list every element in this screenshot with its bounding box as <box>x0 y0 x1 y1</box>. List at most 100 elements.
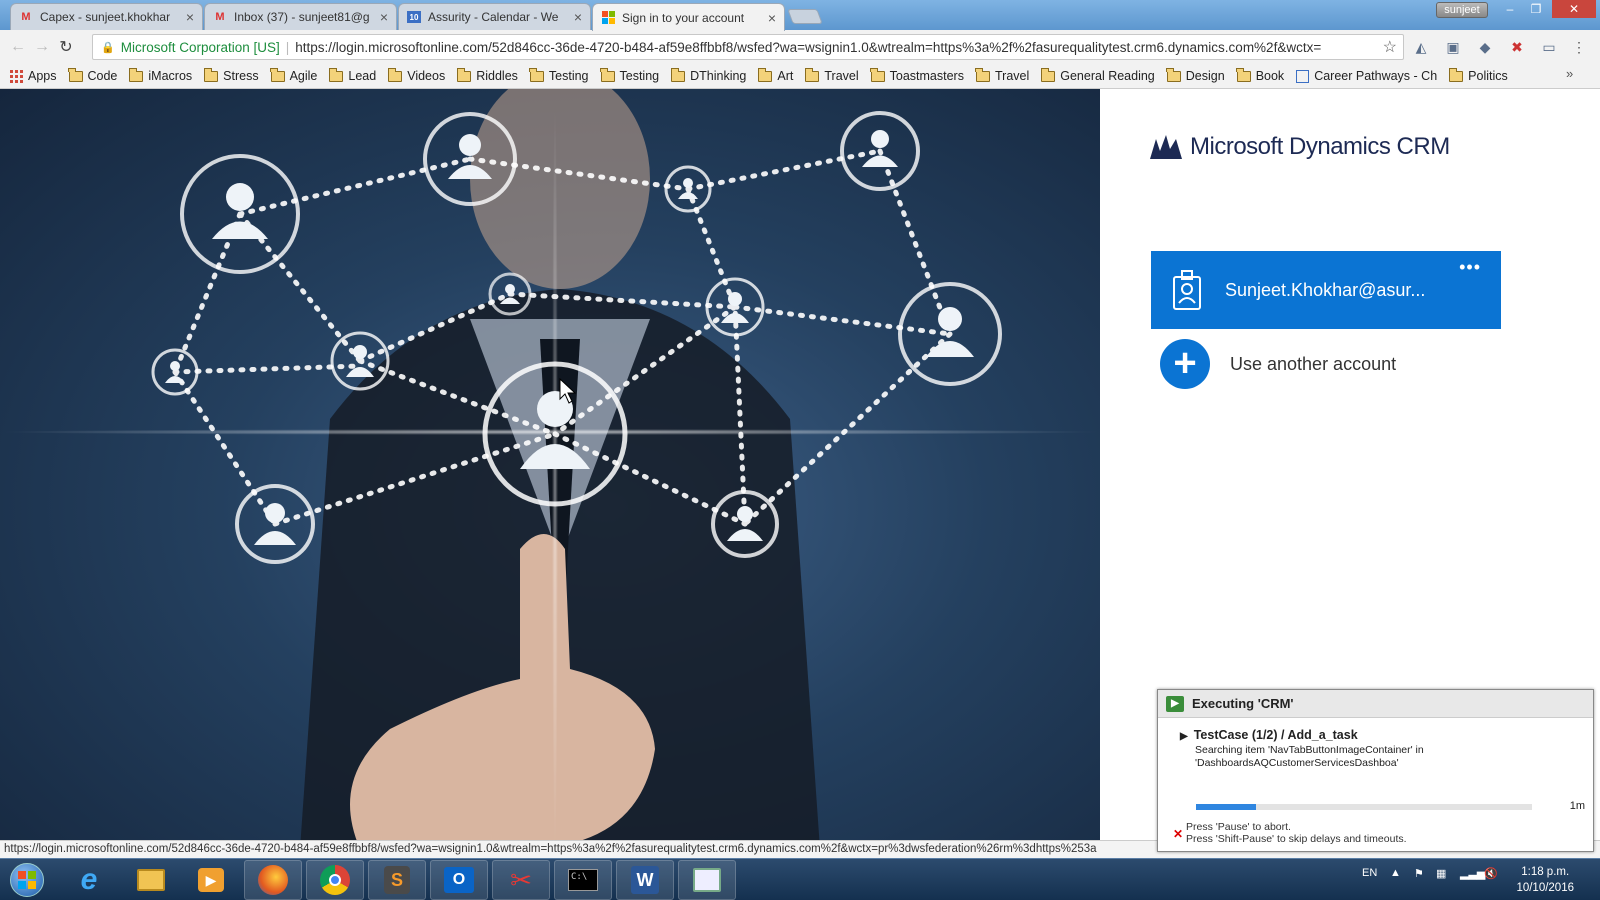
gmail-icon: M <box>215 11 225 23</box>
maximize-icon[interactable]: ❐ <box>1522 0 1550 18</box>
bookmark-folder[interactable]: Agile <box>270 67 318 83</box>
folder-icon <box>456 67 472 82</box>
tab-title: Assurity - Calendar - We <box>428 10 559 24</box>
taskbar-ie[interactable]: e <box>60 860 118 900</box>
searching-text: Searching item 'NavTabButtonImageContain… <box>1195 744 1424 769</box>
testcase-row[interactable]: ▶ TestCase (1/2) / Add_a_task <box>1180 728 1358 742</box>
tab-capex[interactable]: M Capex - sunjeet.khokhar × <box>10 3 203 30</box>
taskbar-outlook[interactable]: O <box>430 860 488 900</box>
bookmark-folder[interactable]: Book <box>1236 67 1284 83</box>
bookmarks-overflow-icon[interactable]: » <box>1566 66 1573 81</box>
taskbar-snipping[interactable]: ✂ <box>492 860 550 900</box>
media-player-icon: ▶ <box>198 868 224 892</box>
folder-icon <box>529 67 544 82</box>
address-separator: | <box>285 39 290 55</box>
testcase-label: TestCase (1/2) / Add_a_task <box>1193 728 1358 742</box>
bookmark-label: Lead <box>348 69 377 83</box>
shift-pause-line: Press 'Shift-Pause' to skip delays and t… <box>1186 833 1407 845</box>
outlook-icon: O <box>444 867 474 893</box>
extension-icon[interactable]: ▣ <box>1442 36 1464 58</box>
bookmark-folder[interactable]: Testing <box>529 67 589 83</box>
forward-icon[interactable]: → <box>30 38 54 56</box>
bookmark-folder[interactable]: Testing <box>600 67 659 83</box>
taskbar-word[interactable]: W <box>616 860 674 900</box>
reload-icon[interactable]: ↻ <box>54 37 78 57</box>
bookmark-folder[interactable]: DThinking <box>670 67 746 83</box>
folder-icon <box>1236 67 1251 82</box>
taskbar-firefox[interactable] <box>244 860 302 900</box>
firefox-icon <box>258 865 288 895</box>
bookmark-folder[interactable]: Travel <box>804 67 859 83</box>
network-icon[interactable]: ▦ <box>1436 867 1446 880</box>
calendar-icon: 10 <box>407 11 421 23</box>
profile-button[interactable]: sunjeet <box>1436 2 1488 18</box>
bookmark-star-icon[interactable]: ☆ <box>1383 37 1397 57</box>
close-icon[interactable]: × <box>186 9 194 25</box>
new-tab-button[interactable] <box>787 9 823 24</box>
close-icon[interactable]: × <box>380 9 388 25</box>
window-close-icon[interactable]: ✕ <box>1552 0 1596 18</box>
folder-icon <box>387 67 403 82</box>
extension-icon[interactable]: ◆ <box>1474 36 1496 58</box>
signal-icon[interactable]: ▂▃▅ <box>1460 867 1485 880</box>
bookmark-folder[interactable]: Code <box>68 67 117 83</box>
more-options-icon[interactable]: ••• <box>1459 257 1481 278</box>
bookmark-folder[interactable]: Travel <box>975 67 1029 83</box>
use-another-account-button[interactable]: + Use another account <box>1160 339 1396 389</box>
bookmark-folder[interactable]: Design <box>1166 67 1225 83</box>
bookmark-folder[interactable]: Toastmasters <box>870 67 964 83</box>
tray-expand-icon[interactable]: ▲ <box>1390 867 1401 879</box>
bookmark-folder[interactable]: Lead <box>328 67 377 83</box>
bookmark-folder[interactable]: Riddles <box>456 67 518 83</box>
bookmark-apps[interactable]: Apps <box>10 69 57 83</box>
tab-calendar[interactable]: 10 Assurity - Calendar - We × <box>398 3 591 30</box>
bookmark-folder[interactable]: Politics <box>1448 67 1508 83</box>
bookmark-link[interactable]: Career Pathways - Ch <box>1296 69 1437 83</box>
start-button[interactable] <box>0 860 54 900</box>
folder-icon <box>600 67 615 82</box>
triangle-icon: ▶ <box>1180 731 1188 742</box>
plus-icon: + <box>1160 339 1210 389</box>
taskbar-sublime[interactable]: S <box>368 860 426 900</box>
bookmark-label: Agile <box>289 69 318 83</box>
close-icon[interactable]: × <box>768 10 776 26</box>
bookmark-folder[interactable]: General Reading <box>1040 67 1155 83</box>
user-badge-icon <box>1173 270 1201 310</box>
tab-title: Capex - sunjeet.khokhar <box>40 10 171 24</box>
windows-start-icon <box>10 863 44 897</box>
folder-icon <box>68 67 83 82</box>
cast-icon[interactable]: ▭ <box>1538 36 1560 58</box>
address-bar[interactable]: 🔒 Microsoft Corporation [US] | https://l… <box>92 34 1404 60</box>
network-illustration <box>0 89 1100 849</box>
tab-inbox[interactable]: M Inbox (37) - sunjeet81@g × <box>204 3 397 30</box>
tab-sign-in[interactable]: Sign in to your account × <box>592 3 785 31</box>
taskbar-chrome[interactable] <box>306 860 364 900</box>
minimize-icon[interactable]: – <box>1496 0 1524 18</box>
lock-icon: 🔒 <box>101 41 115 54</box>
extension-icon[interactable]: ◭ <box>1410 36 1432 58</box>
extension-icon[interactable]: ✖ <box>1506 36 1528 58</box>
bookmark-folder[interactable]: Stress <box>203 67 259 83</box>
taskbar-media[interactable]: ▶ <box>182 860 240 900</box>
word-icon: W <box>631 866 659 894</box>
volume-muted-icon[interactable]: 🔇 <box>1484 867 1498 880</box>
close-icon[interactable]: × <box>574 9 582 25</box>
page-icon <box>1296 69 1310 83</box>
hero-image <box>0 89 1100 849</box>
bookmark-folder[interactable]: Art <box>757 67 793 83</box>
taskbar-cmd[interactable]: C:\ <box>554 860 612 900</box>
apps-icon <box>10 69 23 83</box>
taskbar-app[interactable] <box>678 860 736 900</box>
taskbar-explorer[interactable] <box>122 860 180 900</box>
language-indicator[interactable]: EN <box>1362 867 1377 879</box>
bookmark-folder[interactable]: iMacros <box>128 67 192 83</box>
account-tile[interactable]: Sunjeet.Khokhar@asur... ••• <box>1151 251 1501 329</box>
back-icon[interactable]: ← <box>6 38 30 56</box>
bookmark-label: Testing <box>548 69 589 83</box>
menu-icon[interactable]: ⋮ <box>1568 36 1590 58</box>
folder-icon <box>975 67 990 82</box>
bookmark-folder[interactable]: Videos <box>387 67 445 83</box>
clock[interactable]: 1:18 p.m. 10/10/2016 <box>1516 864 1574 896</box>
internet-explorer-icon: e <box>80 863 98 896</box>
action-center-icon[interactable]: ⚑ <box>1414 867 1424 880</box>
